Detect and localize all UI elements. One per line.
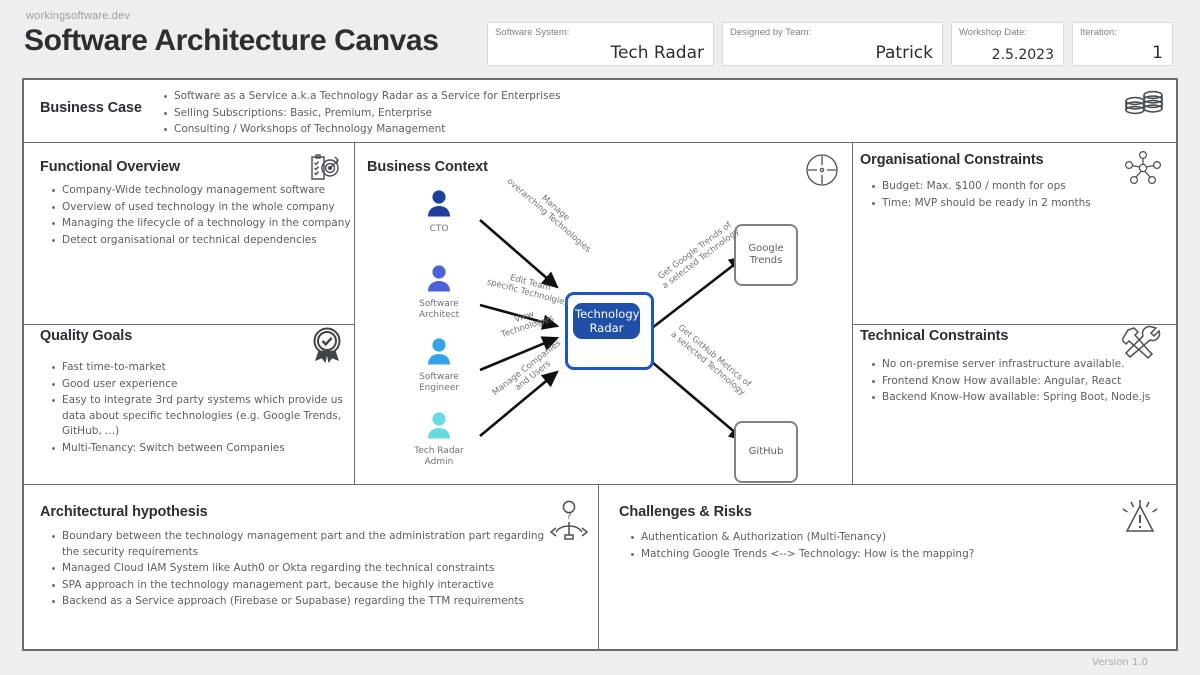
list-item: Multi-Tenancy: Switch between Companies bbox=[62, 441, 362, 457]
actor-label: Tech Radar Admin bbox=[404, 446, 474, 467]
coins-icon bbox=[1122, 90, 1168, 129]
list-item: Selling Subscriptions: Basic, Premium, E… bbox=[174, 106, 774, 122]
person-icon bbox=[422, 336, 456, 370]
list-item: Backend Know-How available: Spring Boot,… bbox=[882, 390, 1182, 406]
svg-text:?: ? bbox=[567, 512, 572, 522]
section-title-architectural-hypothesis: Architectural hypothesis bbox=[40, 504, 208, 520]
field-label: Designed by Team: bbox=[730, 27, 811, 38]
page-header: workingsoftware.dev Software Architectur… bbox=[0, 0, 1200, 72]
list-item: Consulting / Workshops of Technology Man… bbox=[174, 122, 774, 138]
divider bbox=[852, 142, 853, 484]
person-icon bbox=[422, 263, 456, 297]
list-item: Frontend Know How available: Angular, Re… bbox=[882, 374, 1182, 390]
network-nodes-icon bbox=[1124, 150, 1162, 191]
field-label: Workshop Date: bbox=[959, 27, 1027, 38]
external-system-github[interactable]: GitHub bbox=[734, 421, 798, 483]
list-item: Detect organisational or technical depen… bbox=[62, 233, 362, 249]
list-item: Software as a Service a.k.a Technology R… bbox=[174, 89, 774, 105]
warning-triangle-icon bbox=[1118, 498, 1162, 543]
decision-person-icon: ? bbox=[548, 500, 590, 545]
divider bbox=[598, 484, 599, 649]
actor-cto: CTO bbox=[404, 188, 474, 235]
page-title: Software Architecture Canvas bbox=[24, 24, 439, 58]
section-title-organisational-constraints: Organisational Constraints bbox=[860, 152, 1044, 168]
list-item: Managed Cloud IAM System like Auth0 or O… bbox=[62, 561, 562, 577]
section-title-quality-goals: Quality Goals bbox=[40, 328, 132, 344]
list-item: Easy to integrate 3rd party systems whic… bbox=[62, 393, 362, 440]
business-context-diagram: CTO Software Architect Software Engineer… bbox=[352, 140, 852, 485]
architectural-hypothesis-list: Boundary between the technology manageme… bbox=[48, 529, 562, 611]
challenges-risks-list: Authentication & Authorization (Multi-Te… bbox=[627, 530, 1111, 563]
quality-goals-list: Fast time-to-market Good user experience… bbox=[48, 360, 362, 457]
business-case-list: Software as a Service a.k.a Technology R… bbox=[160, 89, 774, 139]
list-item: Matching Google Trends <--> Technology: … bbox=[641, 547, 1111, 563]
section-title-challenges-risks: Challenges & Risks bbox=[619, 504, 752, 520]
list-item: Managing the lifecycle of a technology i… bbox=[62, 216, 362, 232]
clipboard-target-icon bbox=[308, 152, 342, 187]
field-value: 2.5.2023 bbox=[992, 47, 1054, 63]
field-value: 1 bbox=[1152, 43, 1163, 63]
actor-tech-radar-admin: Tech Radar Admin bbox=[404, 410, 474, 467]
hammer-wrench-icon bbox=[1122, 324, 1162, 367]
person-icon bbox=[422, 410, 456, 444]
section-title-technical-constraints: Technical Constraints bbox=[860, 328, 1008, 344]
field-software-system[interactable]: Software System: Tech Radar bbox=[487, 22, 714, 66]
field-label: Iteration: bbox=[1080, 27, 1117, 38]
brand-label: workingsoftware.dev bbox=[26, 10, 130, 22]
section-title-business-case: Business Case bbox=[40, 100, 142, 116]
external-system-label: GitHub bbox=[749, 446, 784, 458]
actor-software-engineer: Software Engineer bbox=[404, 336, 474, 393]
list-item: Boundary between the technology manageme… bbox=[62, 529, 562, 560]
list-item: Backend as a Service approach (Firebase … bbox=[62, 594, 562, 610]
system-label: Technology Radar bbox=[573, 303, 640, 339]
list-item: Authentication & Authorization (Multi-Te… bbox=[641, 530, 1111, 546]
field-value: Patrick bbox=[876, 43, 933, 63]
actor-label: CTO bbox=[404, 224, 474, 235]
person-icon bbox=[422, 188, 456, 222]
list-item: SPA approach in the technology managemen… bbox=[62, 578, 562, 594]
actor-label: Software Engineer bbox=[404, 372, 474, 393]
field-label: Software System: bbox=[495, 27, 569, 38]
field-iteration[interactable]: Iteration: 1 bbox=[1072, 22, 1173, 66]
actor-label: Software Architect bbox=[404, 299, 474, 320]
quality-badge-icon bbox=[310, 326, 344, 369]
field-value: Tech Radar bbox=[610, 43, 704, 63]
actor-software-architect: Software Architect bbox=[404, 263, 474, 320]
field-workshop-date[interactable]: Workshop Date: 2.5.2023 bbox=[951, 22, 1064, 66]
external-system-label: Google Trends bbox=[736, 243, 796, 267]
field-designed-by-team[interactable]: Designed by Team: Patrick bbox=[722, 22, 943, 66]
divider bbox=[24, 324, 354, 325]
section-title-functional-overview: Functional Overview bbox=[40, 159, 180, 175]
list-item: Overview of used technology in the whole… bbox=[62, 200, 362, 216]
list-item: Time: MVP should be ready in 2 months bbox=[882, 196, 1172, 212]
version-label: Version 1.0 bbox=[1092, 657, 1148, 668]
external-system-google-trends[interactable]: Google Trends bbox=[734, 224, 798, 286]
list-item: Good user experience bbox=[62, 377, 362, 393]
functional-overview-list: Company-Wide technology management softw… bbox=[48, 183, 362, 249]
